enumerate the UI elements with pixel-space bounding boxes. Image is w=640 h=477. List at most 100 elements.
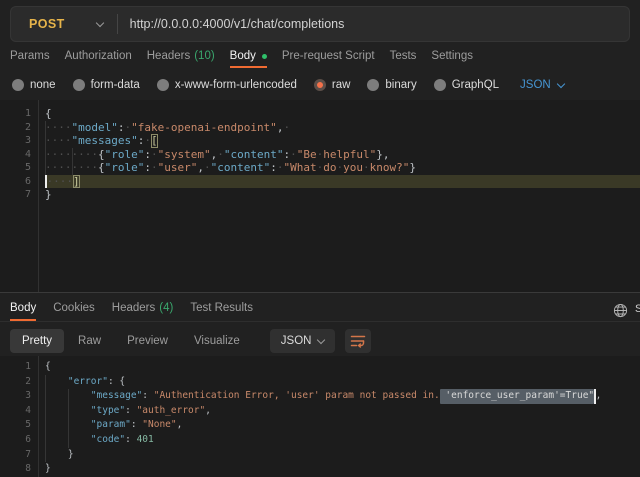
tab-headers[interactable]: Headers(10) xyxy=(147,46,215,68)
code-token: "system" xyxy=(158,148,211,162)
line-content: { xyxy=(45,360,640,375)
code-token xyxy=(68,404,91,419)
body-type-raw[interactable]: raw xyxy=(314,79,351,91)
line-content: ········{"role":·"system",·"content":·"B… xyxy=(45,148,640,162)
body-type-none[interactable]: none xyxy=(12,79,56,91)
code-token: { xyxy=(119,375,125,390)
line-content: "type": "auth_error", xyxy=(45,404,640,419)
response-tab-cookies[interactable]: Cookies xyxy=(53,296,95,321)
view-preview[interactable]: Preview xyxy=(115,329,180,353)
code-token: "type" xyxy=(91,404,125,419)
globe-icon[interactable] xyxy=(613,303,628,318)
code-token xyxy=(45,375,68,390)
view-visualize[interactable]: Visualize xyxy=(182,329,252,353)
code-token: "messages" xyxy=(72,134,138,148)
wrap-text-button[interactable] xyxy=(345,329,371,353)
code-token: ···· xyxy=(45,134,72,148)
code-token xyxy=(45,433,68,448)
radio-icon xyxy=(12,79,24,91)
code-token: · xyxy=(317,161,324,175)
code-line[interactable]: 3 "message": "Authentication Error, 'use… xyxy=(0,389,640,404)
code-token: { xyxy=(98,161,105,175)
pane-divider[interactable] xyxy=(0,292,640,293)
code-token: , xyxy=(277,121,284,135)
response-language-dropdown[interactable]: JSON xyxy=(270,329,336,353)
code-token: , xyxy=(197,161,204,175)
code-line[interactable]: 4 "type": "auth_error", xyxy=(0,404,640,419)
code-token: · xyxy=(363,161,370,175)
code-token: "error" xyxy=(68,375,108,390)
body-type-label: binary xyxy=(385,79,416,91)
code-token: "model" xyxy=(72,121,118,135)
tab-label: Body xyxy=(10,302,36,314)
view-pretty[interactable]: Pretty xyxy=(10,329,64,353)
code-line[interactable]: 6 ····] xyxy=(0,175,640,189)
code-token: · xyxy=(290,148,297,162)
body-type-form-data[interactable]: form-data xyxy=(73,79,140,91)
line-content: } xyxy=(45,448,640,463)
body-type-label: none xyxy=(30,79,56,91)
code-token: : xyxy=(125,404,136,419)
code-line[interactable]: 1{ xyxy=(0,107,640,121)
tab-settings[interactable]: Settings xyxy=(431,46,473,68)
body-type-binary[interactable]: binary xyxy=(367,79,416,91)
line-content: "message": "Authentication Error, 'user'… xyxy=(45,389,640,404)
response-tab-body[interactable]: Body xyxy=(10,296,36,321)
request-body-editor[interactable]: 1{2····"model":·"fake-openai-endpoint",·… xyxy=(0,100,640,292)
code-line[interactable]: 7 } xyxy=(0,448,640,463)
code-line[interactable]: 8} xyxy=(0,462,640,477)
code-line[interactable]: 2····"model":·"fake-openai-endpoint",· xyxy=(0,121,640,135)
body-type-x-www-form-urlencoded[interactable]: x-www-form-urlencoded xyxy=(157,79,297,91)
raw-language-dropdown[interactable]: JSON xyxy=(520,79,564,91)
code-token: } xyxy=(45,188,52,202)
code-token: you xyxy=(343,161,363,175)
code-token: : xyxy=(270,161,277,175)
code-line[interactable]: 3····"messages":·[ xyxy=(0,134,640,148)
code-token: · xyxy=(151,148,158,162)
code-line[interactable]: 5 "param": "None", xyxy=(0,418,640,433)
body-type-selector: none form-data x-www-form-urlencoded raw bin… xyxy=(12,74,640,96)
response-tab-headers[interactable]: Headers(4) xyxy=(112,296,174,321)
line-content: ····] xyxy=(45,175,640,189)
code-token xyxy=(45,389,68,404)
code-token: "param" xyxy=(91,418,131,433)
line-content: { xyxy=(45,107,640,121)
view-raw[interactable]: Raw xyxy=(66,329,113,353)
code-line[interactable]: 6 "code": 401 xyxy=(0,433,640,448)
code-line[interactable]: 7} xyxy=(0,188,640,202)
code-token: · xyxy=(283,121,290,135)
code-token: · xyxy=(317,148,324,162)
code-token: : xyxy=(144,148,151,162)
code-token: ···· xyxy=(45,121,72,135)
response-tab-test-results[interactable]: Test Results xyxy=(190,296,253,321)
tab-authorization[interactable]: Authorization xyxy=(65,46,132,68)
method-dropdown[interactable]: POST xyxy=(11,17,117,31)
tab-pre-request-script[interactable]: Pre-request Script xyxy=(282,46,375,68)
tab-tests[interactable]: Tests xyxy=(390,46,417,68)
code-token: ···· xyxy=(47,175,74,189)
body-type-graphql[interactable]: GraphQL xyxy=(434,79,499,91)
line-number: 1 xyxy=(0,360,31,375)
tab-label: Cookies xyxy=(53,302,95,314)
tab-body[interactable]: Body xyxy=(230,46,267,68)
line-number: 4 xyxy=(0,148,31,162)
tab-label: Tests xyxy=(390,50,417,62)
code-line[interactable]: 4········{"role":·"system",·"content":·"… xyxy=(0,148,640,162)
code-token: · xyxy=(217,148,224,162)
tab-params[interactable]: Params xyxy=(10,46,50,68)
code-token: : xyxy=(142,389,153,404)
code-line[interactable]: 2 "error": { xyxy=(0,375,640,390)
code-line[interactable]: 1{ xyxy=(0,360,640,375)
code-token: · xyxy=(124,121,131,135)
url-input[interactable]: http://0.0.0.0:4000/v1/chat/completions xyxy=(130,17,345,31)
response-body-editor[interactable]: 1{2 "error": {3 "message": "Authenticati… xyxy=(0,356,640,477)
line-number: 6 xyxy=(0,175,31,189)
code-token: : xyxy=(138,134,145,148)
code-token: } xyxy=(68,448,74,463)
radio-icon xyxy=(434,79,446,91)
code-line[interactable]: 5········{"role":·"user",·"content":·"Wh… xyxy=(0,161,640,175)
code-token: : xyxy=(118,121,125,135)
code-token: "role" xyxy=(105,161,145,175)
code-token: : xyxy=(131,418,142,433)
code-token: ···· xyxy=(72,161,99,175)
